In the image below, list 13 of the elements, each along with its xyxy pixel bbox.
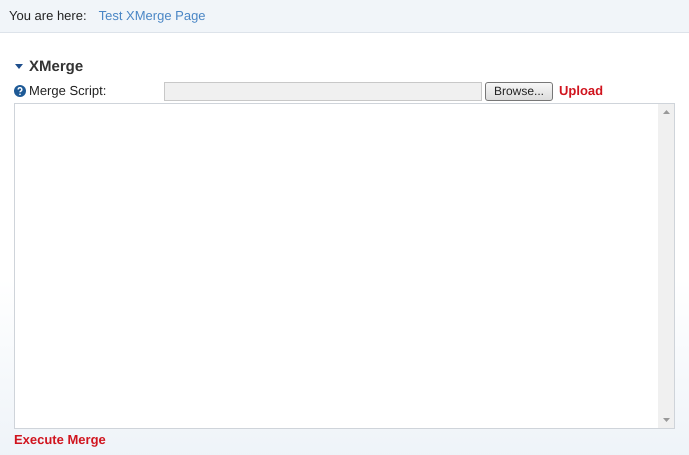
file-path-field[interactable] (164, 82, 482, 100)
execute-merge-link[interactable]: Execute Merge (14, 432, 106, 447)
scroll-up-icon[interactable] (662, 110, 670, 114)
breadcrumb-label: You are here: (9, 7, 87, 26)
help-icon[interactable] (14, 85, 26, 97)
merge-script-label: Merge Script: (29, 82, 108, 100)
browse-button[interactable]: Browse... (485, 82, 554, 100)
section-title: XMerge (29, 56, 84, 77)
upload-link[interactable]: Upload (559, 81, 604, 101)
breadcrumb-link[interactable]: Test XMerge Page (98, 6, 206, 26)
scrollbar[interactable] (658, 104, 674, 428)
caret-down-icon[interactable] (15, 64, 23, 70)
scroll-down-icon[interactable] (662, 418, 670, 422)
